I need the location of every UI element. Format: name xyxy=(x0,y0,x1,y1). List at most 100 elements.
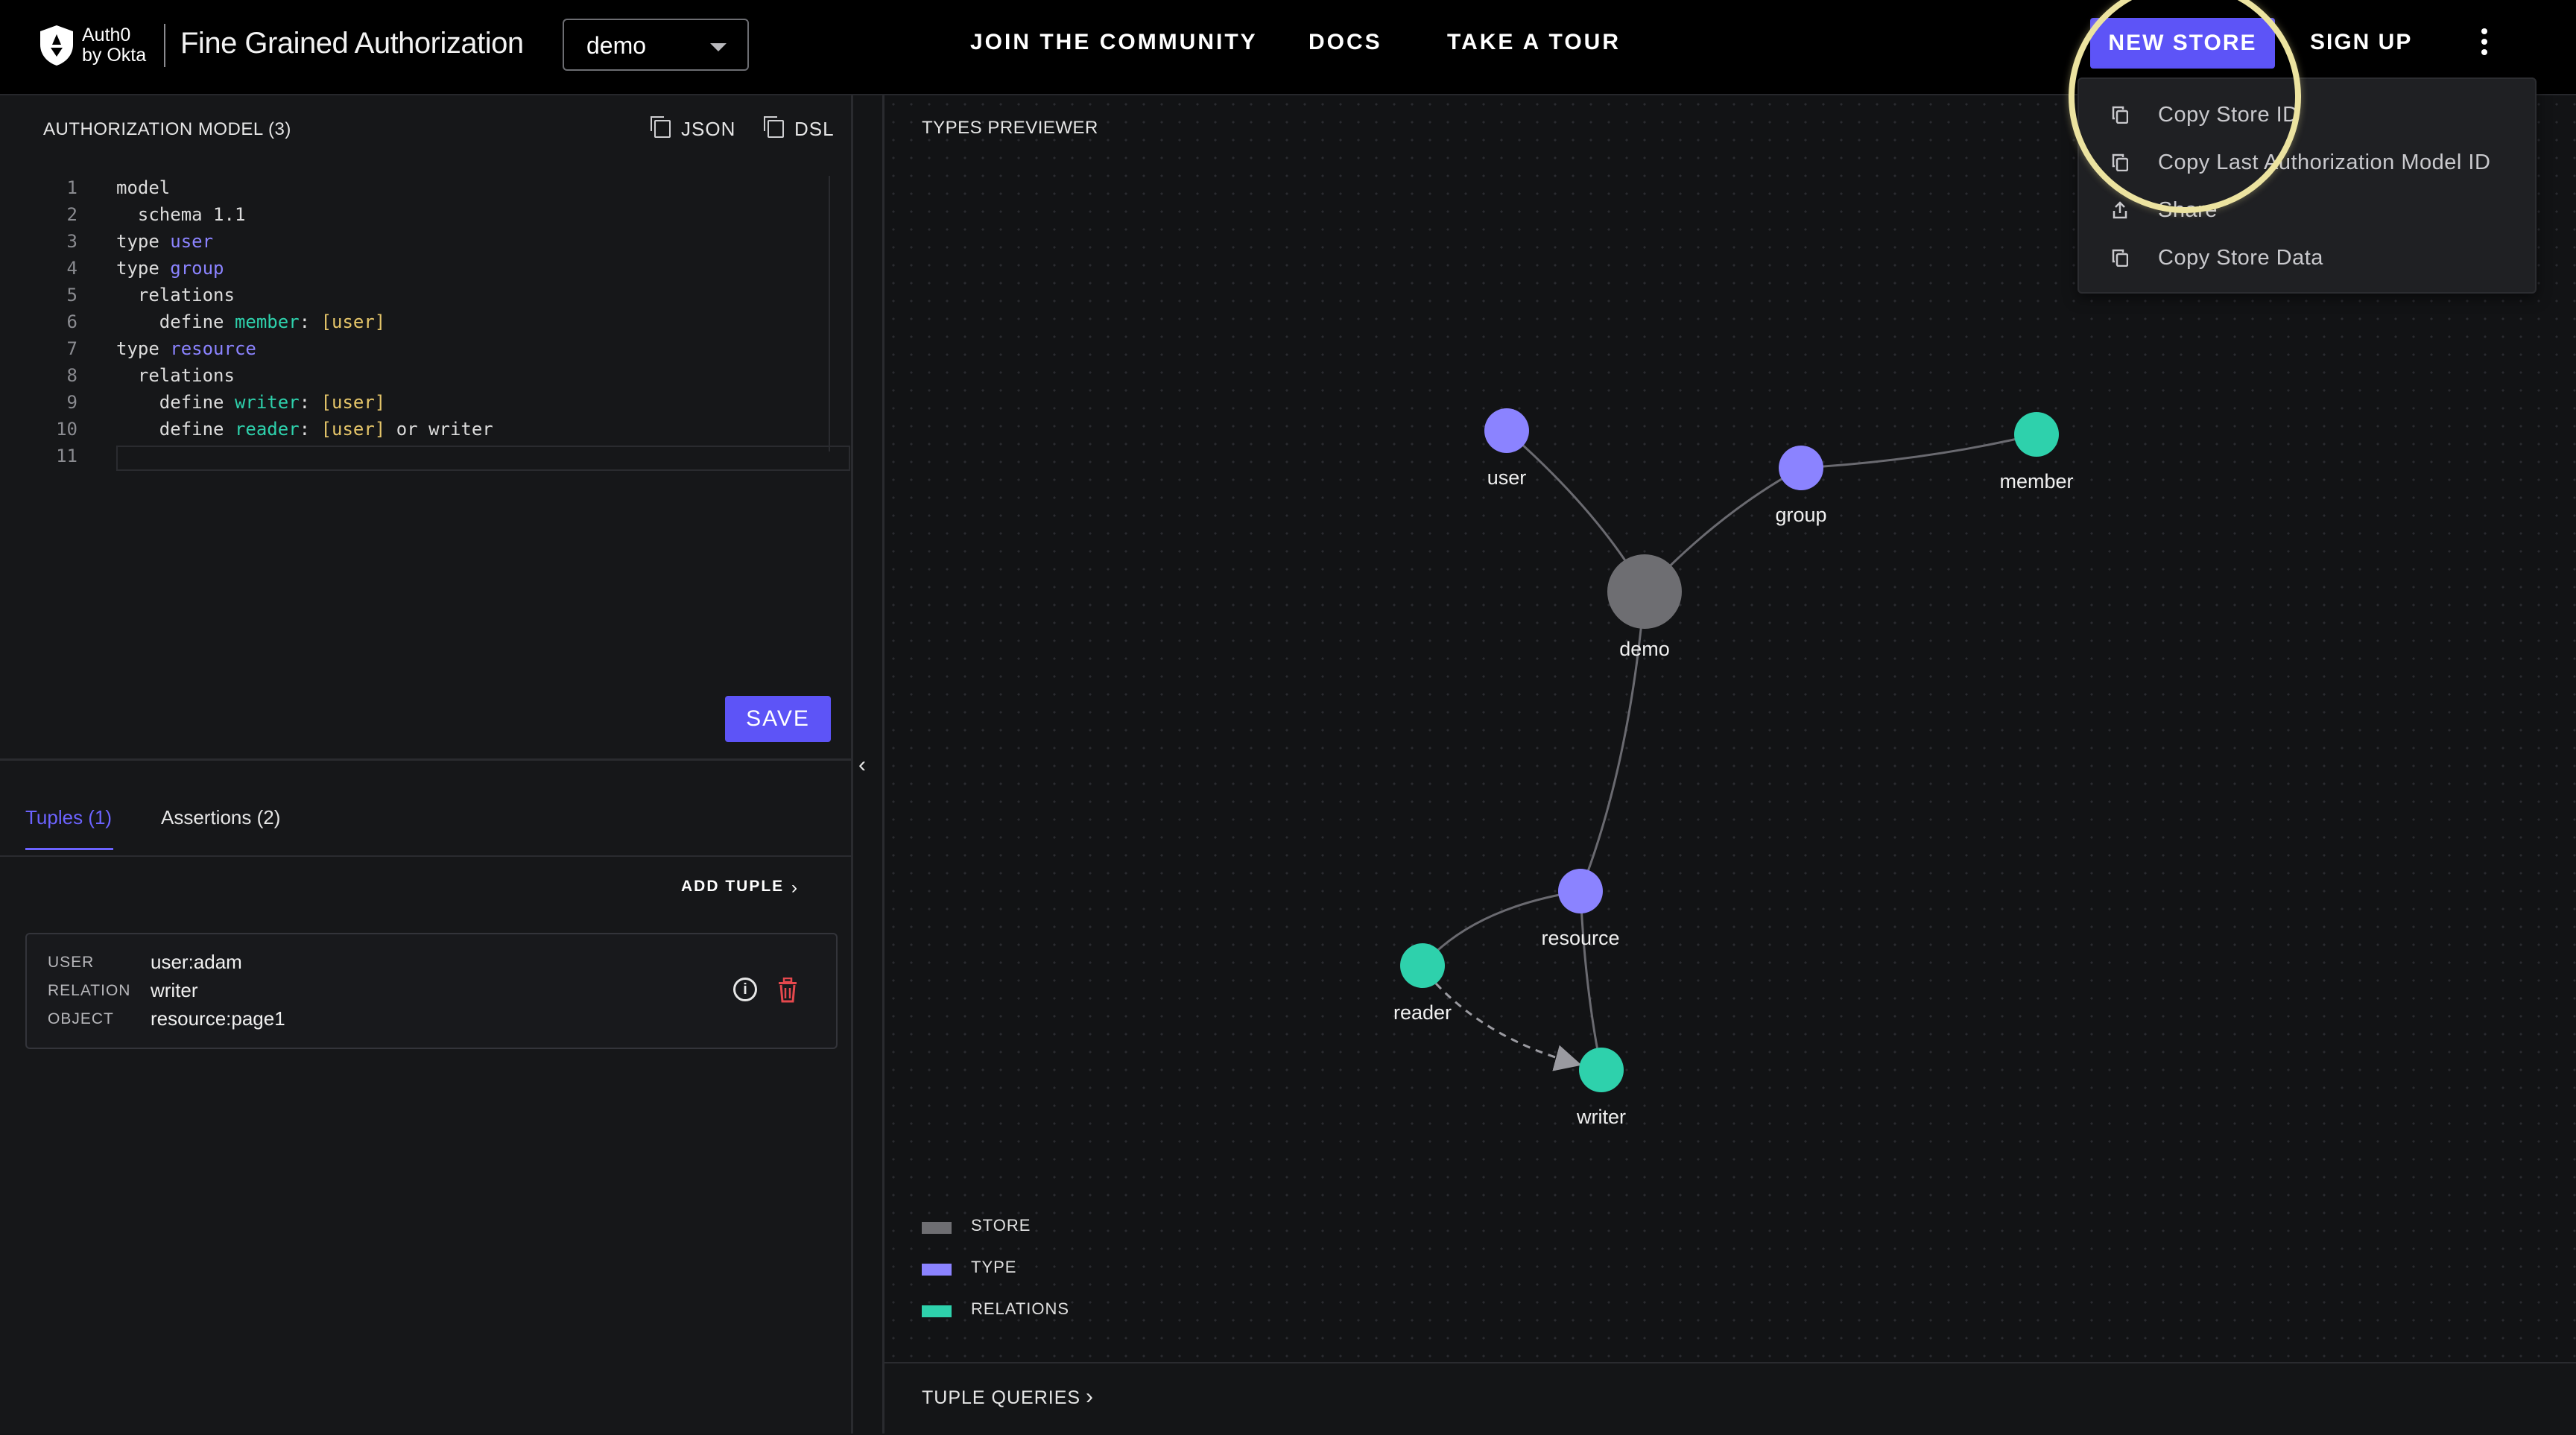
nav-join-community[interactable]: JOIN THE COMMUNITY xyxy=(970,30,1258,55)
tuple-relation-value: writer xyxy=(151,979,198,1001)
save-button[interactable]: SAVE xyxy=(725,696,831,742)
code-line: relations xyxy=(116,285,235,305)
code-line: define member: [user] xyxy=(116,311,386,332)
legend-label: TYPE xyxy=(971,1258,1017,1276)
copy-icon xyxy=(2112,249,2128,267)
line-number: 5 xyxy=(66,285,77,305)
line-number: 10 xyxy=(56,419,77,440)
code-line: schema 1.1 xyxy=(116,204,246,225)
json-button[interactable]: JSON xyxy=(651,116,736,141)
nav-take-tour[interactable]: TAKE A TOUR xyxy=(1447,30,1621,55)
code-line: type resource xyxy=(116,338,256,359)
json-label: JSON xyxy=(681,118,736,140)
logo-line-2: by Okta xyxy=(82,45,147,66)
add-tuple-button[interactable]: ADD TUPLE xyxy=(681,878,784,896)
panel-divider xyxy=(0,758,851,761)
node-circle-member[interactable] xyxy=(2014,412,2059,457)
line-number: 8 xyxy=(66,365,77,386)
sign-up-button[interactable]: SIGN UP xyxy=(2310,30,2412,55)
tuple-card: USER user:adam RELATION writer OBJECT re… xyxy=(25,933,838,1049)
logo-line-1: Auth0 xyxy=(82,25,131,45)
dsl-button[interactable]: DSL xyxy=(764,116,835,141)
logo-divider xyxy=(164,24,165,67)
chevron-right-icon[interactable]: › xyxy=(791,878,797,899)
types-previewer-panel: TYPES PREVIEWER demo user group member resou… xyxy=(882,95,2576,1435)
graph-node-member[interactable]: member xyxy=(1999,412,2074,492)
graph-node-reader[interactable]: reader xyxy=(1393,943,1452,1024)
graph-node-resource[interactable]: resource xyxy=(1541,869,1620,949)
dsl-label: DSL xyxy=(794,118,835,140)
code-line: define writer: [user] xyxy=(116,392,386,413)
node-circle-demo[interactable] xyxy=(1607,554,1682,629)
tuple-relation-key: RELATION xyxy=(48,982,131,999)
authorization-model-title: AUTHORIZATION MODEL (3) xyxy=(43,119,291,139)
legend-swatch xyxy=(922,1222,952,1234)
graph-node-group[interactable]: group xyxy=(1775,446,1827,526)
graph-node-user[interactable]: user xyxy=(1484,408,1529,489)
line-number: 9 xyxy=(66,392,77,413)
node-circle-user[interactable] xyxy=(1484,408,1529,453)
logo-text: Auth0 by Okta xyxy=(82,25,146,66)
node-label-reader: reader xyxy=(1393,1001,1452,1024)
store-select[interactable]: demo xyxy=(563,19,749,71)
tuple-queries-bar[interactable]: TUPLE QUERIES › xyxy=(884,1362,2576,1435)
line-number: 3 xyxy=(66,231,77,252)
nav-docs[interactable]: DOCS xyxy=(1308,30,1382,55)
code-line: relations xyxy=(116,365,235,386)
line-number: 6 xyxy=(66,311,77,332)
trash-icon[interactable] xyxy=(776,978,799,1003)
line-number: 1 xyxy=(66,177,77,198)
auth0-shield-icon xyxy=(40,25,73,66)
node-label-group: group xyxy=(1775,504,1826,526)
tuple-user-value: user:adam xyxy=(151,951,242,973)
line-number: 11 xyxy=(56,446,77,466)
node-circle-resource[interactable] xyxy=(1558,869,1603,913)
caret-down-icon xyxy=(710,43,727,51)
line-number: 7 xyxy=(66,338,77,359)
app-title: Fine Grained Authorization xyxy=(180,27,524,60)
graph-node-demo[interactable]: demo xyxy=(1607,554,1682,660)
edge-dashed-reader-writer xyxy=(1434,982,1582,1071)
tuples-tabs: Tuples (1) Assertions (2) xyxy=(0,796,851,857)
copy-icon xyxy=(764,116,784,138)
left-panel: AUTHORIZATION MODEL (3) JSON DSL 1 2 3 4… xyxy=(0,95,853,1434)
legend-swatch xyxy=(922,1305,952,1317)
active-line-highlight xyxy=(116,446,850,471)
tab-assertions[interactable]: Assertions (2) xyxy=(161,806,280,829)
node-label-user: user xyxy=(1487,466,1527,489)
code-line: type group xyxy=(116,258,224,279)
legend-label: STORE xyxy=(971,1216,1031,1235)
graph-node-writer[interactable]: writer xyxy=(1576,1048,1626,1128)
node-circle-group[interactable] xyxy=(1779,446,1823,490)
edge-demo-resource xyxy=(1579,591,1646,892)
store-select-value: demo xyxy=(586,32,647,59)
tuple-user-key: USER xyxy=(48,954,95,971)
node-circle-reader[interactable] xyxy=(1400,943,1445,988)
kebab-menu-icon[interactable] xyxy=(2477,28,2492,58)
code-line: type user xyxy=(116,231,214,252)
editor-scrollbar[interactable] xyxy=(829,176,830,452)
legend-swatch xyxy=(922,1264,952,1276)
node-label-member: member xyxy=(1999,470,2073,492)
line-number: 4 xyxy=(66,258,77,279)
edge-resource-writer xyxy=(1579,890,1603,1071)
legend-label: RELATIONS xyxy=(971,1299,1070,1318)
active-tab-indicator xyxy=(25,848,113,850)
node-circle-writer[interactable] xyxy=(1579,1048,1624,1092)
node-label-demo: demo xyxy=(1619,638,1670,660)
tuple-object-value: resource:page1 xyxy=(151,1007,285,1030)
node-label-writer: writer xyxy=(1576,1106,1626,1128)
edge-group-member xyxy=(1800,433,2037,469)
share-icon xyxy=(2113,201,2127,219)
collapse-panel-chevron-icon[interactable]: ‹ xyxy=(858,753,866,778)
chevron-right-icon[interactable]: › xyxy=(1086,1384,1093,1410)
copy-icon xyxy=(651,116,671,138)
tuple-queries-label: TUPLE QUERIES xyxy=(922,1387,1081,1408)
code-line: model xyxy=(116,177,171,198)
code-editor[interactable]: 1 2 3 4 5 6 7 8 9 10 11 model schema 1.1… xyxy=(0,177,851,565)
code-line: define reader: [user] or writer xyxy=(116,419,493,440)
line-number: 2 xyxy=(66,204,77,225)
info-icon[interactable]: i xyxy=(733,978,757,1001)
tab-tuples[interactable]: Tuples (1) xyxy=(25,806,112,829)
node-label-resource: resource xyxy=(1541,927,1619,949)
